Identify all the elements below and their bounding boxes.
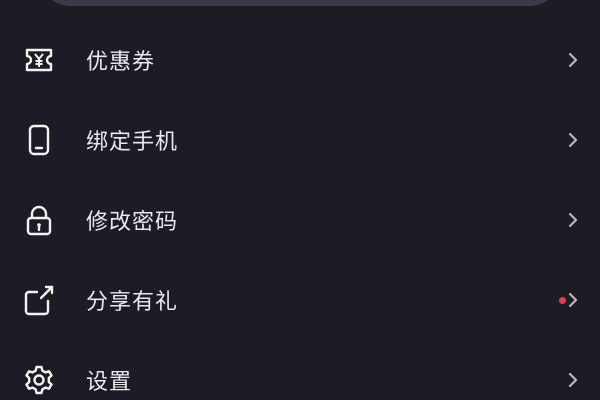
lock-icon [22,203,56,237]
chevron-right-icon [566,370,580,390]
menu-item-coupons[interactable]: 优惠券 [0,20,600,100]
menu-item-share-gift[interactable]: 分享有礼 [0,260,600,340]
share-icon [22,283,56,317]
chevron-right-icon [566,50,580,70]
menu-item-label: 分享有礼 [86,290,179,315]
chevron-right-icon [566,210,580,230]
menu-item-label: 优惠券 [86,50,156,75]
notification-badge-dot [559,296,566,304]
gear-icon [22,363,56,397]
menu-item-label: 设置 [86,370,133,395]
menu-item-settings[interactable]: 设置 [0,340,600,400]
menu-item-bind-phone[interactable]: 绑定手机 [0,100,600,180]
menu-item-label: 绑定手机 [86,130,179,155]
profile-menu-screen: 优惠券 绑定手机 修改密码 分享有礼 设置 [0,0,600,400]
chevron-right-icon [566,290,580,310]
coupon-icon [22,43,56,77]
phone-icon [22,123,56,157]
menu-item-label: 修改密码 [86,210,179,235]
profile-card-edge [40,0,560,6]
menu-item-change-password[interactable]: 修改密码 [0,180,600,260]
menu-list: 优惠券 绑定手机 修改密码 分享有礼 设置 [0,20,600,400]
chevron-right-icon [566,130,580,150]
